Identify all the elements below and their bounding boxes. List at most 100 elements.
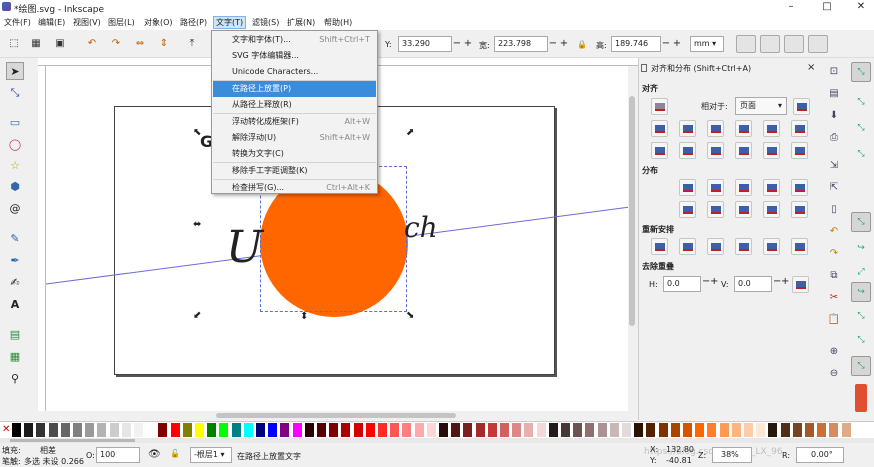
exchange-positions-icon[interactable] (679, 238, 696, 255)
menu-text[interactable]: 文字(T) (213, 16, 247, 29)
color-swatch[interactable] (219, 423, 229, 437)
color-swatch[interactable] (24, 423, 34, 437)
maximize-button[interactable]: □ (820, 1, 834, 13)
rotate-ccw-icon[interactable]: ↶ (86, 38, 98, 50)
color-swatch[interactable] (646, 423, 656, 437)
h-gap-input[interactable]: 0.0 (663, 276, 701, 292)
snap-intersections-icon[interactable]: ⤢ (851, 262, 871, 282)
menu-item-flow-into-frame[interactable]: 浮动转化成框架(F) Alt+W (213, 114, 376, 130)
color-swatch[interactable] (695, 423, 705, 437)
color-swatch[interactable] (792, 423, 802, 437)
color-swatch[interactable] (805, 423, 814, 437)
snap-path-icon[interactable]: ↪ (851, 238, 871, 258)
menu-help[interactable]: 帮助(H) (322, 17, 354, 28)
color-swatch[interactable] (353, 423, 363, 437)
distribute-baseline-h-icon[interactable] (791, 179, 808, 196)
color-swatch[interactable] (304, 423, 314, 437)
zoom-out-icon[interactable]: ⊖ (826, 366, 842, 382)
snap-bbox-icon[interactable]: ⤡ (851, 92, 871, 112)
paste-icon[interactable]: 📋 (826, 312, 842, 328)
unit-select[interactable]: mm ▾ (690, 36, 724, 52)
node-tool-icon[interactable]: ⤡ (6, 84, 24, 102)
selector-tool-icon[interactable]: ➤ (6, 62, 24, 80)
panel-close-button[interactable]: × (807, 62, 815, 73)
export-icon[interactable]: ⇱ (826, 180, 842, 196)
transform-patterns-button[interactable] (808, 35, 828, 53)
scale-handle-ne[interactable]: ⬈ (406, 128, 414, 138)
color-swatch[interactable] (170, 423, 180, 437)
no-paint-swatch[interactable]: ✕ (2, 424, 10, 436)
color-swatch[interactable] (378, 423, 387, 437)
calligraphy-tool-icon[interactable]: ✍ (6, 274, 24, 292)
align-right-to-left-icon[interactable] (651, 120, 668, 137)
align-left-edges-icon[interactable] (679, 120, 696, 137)
snap-toggle-icon[interactable]: ⤡ (851, 62, 871, 82)
snap-smooth-icon[interactable]: ⤡ (851, 306, 871, 326)
mesh-tool-icon[interactable]: ▦ (6, 348, 24, 366)
color-swatch[interactable] (243, 423, 253, 437)
transform-gradients-button[interactable] (784, 35, 804, 53)
distribute-bottom-icon[interactable] (735, 201, 752, 218)
color-swatch[interactable] (365, 423, 375, 437)
menu-path[interactable]: 路径(P) (178, 17, 209, 28)
color-swatch[interactable] (390, 423, 400, 437)
remove-overlaps-button[interactable] (792, 276, 809, 293)
horizontal-scrollbar[interactable] (46, 411, 630, 420)
color-swatch[interactable] (36, 423, 46, 437)
pen-tool-icon[interactable]: ✒ (6, 252, 24, 270)
color-swatch[interactable] (109, 423, 119, 437)
distribute-gaps-h-icon[interactable] (763, 179, 780, 196)
opacity-input[interactable]: 100 (96, 447, 140, 463)
color-swatch[interactable] (121, 423, 131, 437)
zoom-input[interactable]: 38% (712, 447, 752, 463)
scale-handle-w[interactable]: ⬌ (193, 220, 201, 230)
color-swatch[interactable] (426, 423, 436, 437)
dropper-tool-icon[interactable]: ⚲ (6, 370, 24, 388)
script-text-right[interactable]: ch (404, 214, 438, 242)
exchange-clockwise-icon[interactable] (735, 238, 752, 255)
layer-select[interactable]: -根层1 ▾ (190, 447, 232, 463)
menu-view[interactable]: 视图(V) (71, 17, 103, 28)
y-increment[interactable]: + (463, 36, 473, 52)
raise-to-top-icon[interactable]: ⤒ (186, 38, 198, 50)
snap-bbox-corner-icon[interactable]: ⤡ (851, 144, 871, 164)
align-left-to-right-icon[interactable] (763, 120, 780, 137)
width-increment[interactable]: + (559, 36, 569, 52)
menu-item-text-and-font[interactable]: 文字和字体(T)... Shift+Ctrl+T (213, 32, 376, 48)
color-swatch[interactable] (268, 423, 278, 437)
scale-stroke-button[interactable] (736, 35, 756, 53)
ellipse-tool-icon[interactable]: ◯ (6, 136, 24, 154)
script-text-left[interactable]: U (226, 226, 263, 270)
color-swatch[interactable] (487, 423, 497, 437)
deselect-icon[interactable]: ▣ (54, 38, 66, 50)
unclump-icon[interactable] (791, 238, 808, 255)
copy-icon[interactable]: ⧉ (826, 268, 842, 284)
color-swatch[interactable] (609, 423, 619, 437)
align-baseline-icon[interactable] (791, 120, 808, 137)
vertical-scroll-thumb[interactable] (629, 96, 635, 326)
color-swatch[interactable] (85, 423, 95, 437)
color-swatch[interactable] (182, 423, 192, 437)
color-swatch[interactable] (231, 423, 241, 437)
select-all-layers-icon[interactable]: ▦ (30, 38, 42, 50)
menu-item-check-spelling[interactable]: 检查拼写(G)... Ctrl+Alt+K (213, 180, 376, 196)
color-swatch[interactable] (561, 423, 570, 437)
horizontal-scroll-thumb[interactable] (216, 413, 456, 418)
stroke-value[interactable]: 多选 未设 0.266 (24, 456, 84, 467)
snap-cusp-icon[interactable]: ↪ (851, 282, 871, 302)
scale-corners-button[interactable] (760, 35, 780, 53)
menu-object[interactable]: 对象(O) (142, 17, 175, 28)
color-swatch[interactable] (341, 423, 351, 437)
color-swatch[interactable] (439, 423, 448, 437)
close-window-button[interactable]: ✕ (854, 1, 868, 13)
menu-extensions[interactable]: 扩展(N) (285, 17, 317, 28)
open-document-icon[interactable]: ▤ (826, 86, 842, 102)
save-icon[interactable]: ⬇ (826, 108, 842, 124)
h-gap-increment[interactable]: + (710, 276, 718, 287)
menu-edit[interactable]: 编辑(E) (36, 17, 67, 28)
color-swatch[interactable] (829, 423, 839, 437)
lock-icon[interactable]: 🔒 (577, 40, 587, 49)
color-swatch[interactable] (670, 423, 680, 437)
rearrange-graph-icon[interactable] (651, 238, 668, 255)
pencil-tool-icon[interactable]: ✎ (6, 230, 24, 248)
